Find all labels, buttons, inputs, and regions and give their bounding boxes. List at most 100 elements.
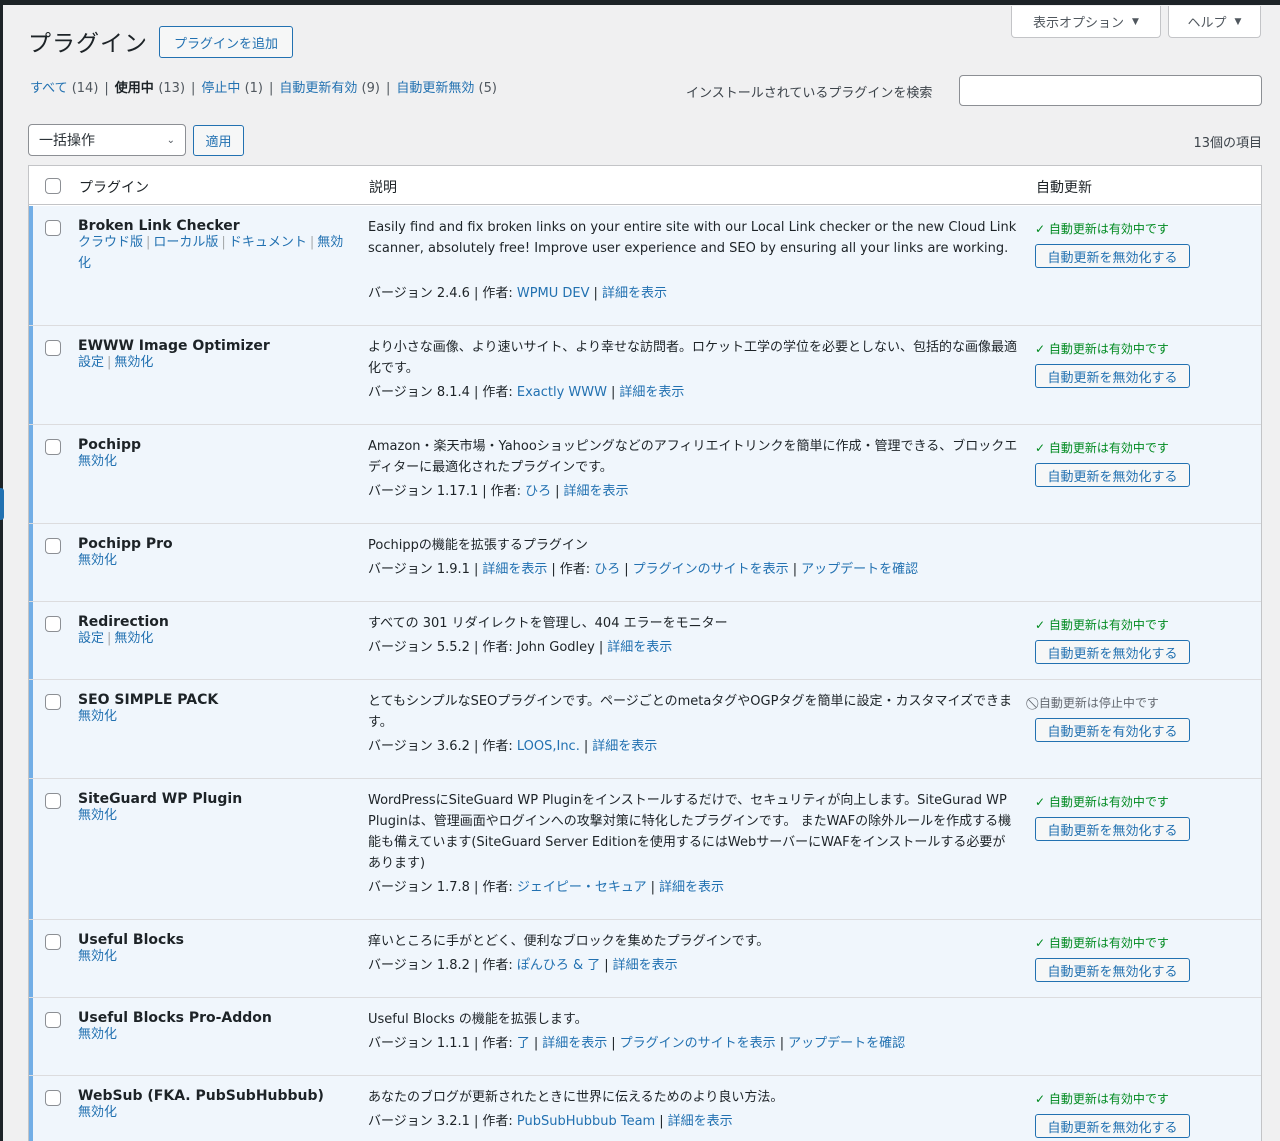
plugin-meta: バージョン 1.8.2 | 作者: ぽんひろ & 了 | 詳細を表示 [368,954,678,973]
plugin-checkbox[interactable] [45,793,61,809]
meta-text: 作者: [559,562,595,577]
auto-update-toggle-button[interactable]: 自動更新を無効化する [1035,958,1190,982]
plugin-description: WordPressにSiteGuard WP Pluginをインストールするだけ… [368,793,1012,871]
meta-text: バージョン 8.1.4 [368,385,470,400]
plugin-row: EWWW Image Optimizer 設定 | 無効化 より小さな画像、より速いサイ… [29,326,1261,425]
meta-link[interactable]: Exactly WWW [517,385,607,400]
plugin-checkbox[interactable] [45,1012,61,1028]
plugin-checkbox[interactable] [45,538,61,554]
meta-link[interactable]: アップデートを確認 [801,562,918,577]
separator: | [473,1114,479,1129]
meta-link[interactable]: 詳細を表示 [542,1036,607,1051]
auto-update-toggle-button[interactable]: 自動更新を有効化する [1035,718,1190,742]
plugin-checkbox[interactable] [45,439,61,455]
plugin-actions: 無効化 [78,1102,346,1123]
filter-label: 自動更新有効 [279,81,358,96]
meta-link[interactable]: 詳細を表示 [613,958,678,973]
auto-update-toggle-button[interactable]: 自動更新を無効化する [1035,463,1190,487]
plugin-checkbox[interactable] [45,694,61,710]
meta-link[interactable]: アップデートを確認 [788,1036,905,1051]
plugin-row: Pochipp Pro 無効化 Pochippの機能を拡張するプラグイン バージョン … [29,524,1261,602]
filter-active[interactable]: 使用中 (13) [115,81,185,96]
plugin-checkbox[interactable] [45,616,61,632]
plugin-description: Easily find and fix broken links on your… [368,220,1017,256]
filter-inactive[interactable]: 停止中 (1) [201,81,263,96]
separator: | [624,562,629,577]
plugin-action-link[interactable]: 無効化 [78,454,117,469]
plugin-action-link[interactable]: ドキュメント [229,235,307,250]
meta-link[interactable]: PubSubHubbub Team [517,1114,655,1129]
plugin-action-link[interactable]: 無効化 [78,1027,117,1042]
plugin-description: Amazon・楽天市場・Yahooショッピングなどのアフィリエイトリンクを簡単に… [368,439,1018,475]
meta-text: バージョン 3.2.1 [368,1114,470,1129]
auto-update-toggle-button[interactable]: 自動更新を無効化する [1035,364,1190,388]
plugin-action-link[interactable]: 無効化 [114,355,153,370]
auto-update-status: ✓ 自動更新は有効中です [1035,618,1169,632]
plugin-action-link[interactable]: 無効化 [78,1105,117,1120]
screen-options-button[interactable]: 表示オプション ▼ [1011,6,1161,38]
search-label: インストールされているプラグインを検索 [686,86,933,101]
separator: | [482,484,487,499]
plugin-action-link[interactable]: 設定 [78,355,104,370]
table-header: プラグイン 説明 自動更新 [29,166,1261,205]
plugin-actions: 無効化 [78,550,346,571]
plugin-action-link[interactable]: 無効化 [114,631,153,646]
filter-auto-update-enabled[interactable]: 自動更新有効 (9) [279,81,380,96]
meta-link[interactable]: 詳細を表示 [659,880,724,895]
plugin-action-link[interactable]: 無効化 [78,709,117,724]
plugin-action-link[interactable]: 無効化 [78,808,117,823]
plugin-checkbox[interactable] [45,340,61,356]
meta-link[interactable]: 詳細を表示 [564,484,629,499]
select-all-checkbox[interactable] [45,178,61,194]
meta-link[interactable]: ぽんひろ & 了 [517,958,600,973]
auto-update-toggle-button[interactable]: 自動更新を無効化する [1035,1114,1190,1138]
meta-text: 作者: [482,1036,517,1051]
filter-all[interactable]: すべて (14) [30,81,98,96]
plugin-action-link[interactable]: 無効化 [78,553,117,568]
meta-link[interactable]: プラグインのサイトを表示 [620,1036,776,1051]
auto-update-toggle-button[interactable]: 自動更新を無効化する [1035,817,1190,841]
meta-link[interactable]: WPMU DEV [517,286,590,301]
auto-update-toggle-button[interactable]: 自動更新を無効化する [1035,640,1190,664]
column-plugin: プラグイン [79,180,149,196]
apply-button[interactable]: 適用 [193,125,244,156]
plugin-checkbox[interactable] [45,934,61,950]
auto-update-status: ✓ 自動更新は有効中です [1035,222,1169,236]
meta-link[interactable]: 詳細を表示 [668,1114,733,1129]
filter-label: 停止中 [201,81,241,96]
separator: | [473,958,479,973]
help-button[interactable]: ヘルプ ▼ [1168,6,1261,38]
auto-update-status: ✓ 自動更新は有効中です [1035,795,1169,809]
auto-update-toggle-button[interactable]: 自動更新を無効化する [1035,244,1190,268]
meta-text: 作者: [482,958,517,973]
meta-link[interactable]: 了 [517,1036,530,1051]
plugin-meta: バージョン 8.1.4 | 作者: Exactly WWW | 詳細を表示 [368,381,684,400]
plugin-action-link[interactable]: ローカル版 [153,235,218,250]
add-plugin-button[interactable]: プラグインを追加 [159,26,293,58]
meta-link[interactable]: 詳細を表示 [482,562,547,577]
meta-link[interactable]: 詳細を表示 [592,739,657,754]
meta-text: バージョン 2.4.6 [368,286,470,301]
plugin-checkbox[interactable] [45,220,61,236]
meta-link[interactable]: LOOS,Inc. [517,739,580,754]
meta-text: 作者: [482,880,517,895]
meta-text: バージョン 5.5.2 [368,640,470,655]
bulk-action-select[interactable]: 一括操作 ⌄ [28,124,186,156]
meta-link[interactable]: プラグインのサイトを表示 [633,562,789,577]
plugin-checkbox[interactable] [45,1090,61,1106]
plugin-search-input[interactable] [959,75,1262,106]
separator: | [107,631,112,646]
meta-link[interactable]: ひろ [525,484,551,499]
meta-link[interactable]: ジェイピー・セキュア [517,880,647,895]
separator: | [611,1036,616,1051]
filter-auto-update-disabled[interactable]: 自動更新無効 (5) [396,81,497,96]
column-description: 説明 [369,180,397,196]
plugin-action-link[interactable]: クラウド版 [78,235,143,250]
meta-link[interactable]: ひろ [594,562,620,577]
meta-link[interactable]: 詳細を表示 [607,640,672,655]
meta-text: バージョン 3.6.2 [368,739,470,754]
plugin-action-link[interactable]: 無効化 [78,949,117,964]
plugin-action-link[interactable]: 設定 [78,631,104,646]
meta-link[interactable]: 詳細を表示 [602,286,667,301]
meta-link[interactable]: 詳細を表示 [619,385,684,400]
